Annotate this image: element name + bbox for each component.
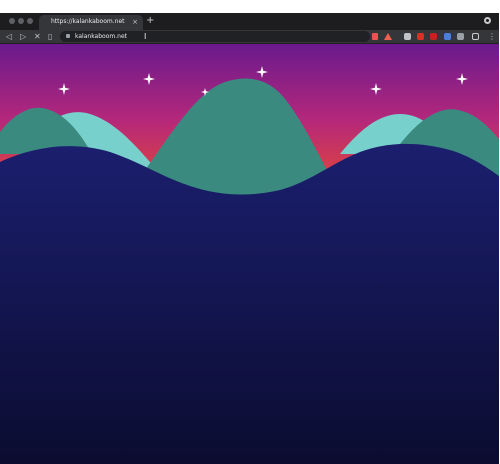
browser-window: https://kalankaboom.net × + ◁ ▷ ✕ ▯ kala… — [0, 13, 499, 464]
tab-title: https://kalankaboom.net — [51, 18, 125, 25]
address-bar-url[interactable]: kalankaboom.net — [75, 31, 127, 42]
minimize-window-icon[interactable] — [18, 18, 24, 24]
address-bar[interactable]: kalankaboom.net I — [60, 31, 370, 42]
tab-search-icon[interactable] — [484, 17, 491, 24]
extension-icon[interactable] — [404, 33, 411, 40]
browser-toolbar: ◁ ▷ ✕ ▯ kalankaboom.net I ⋮ — [0, 30, 499, 44]
back-icon[interactable]: ◁ — [6, 30, 12, 43]
close-tab-icon[interactable]: × — [132, 17, 138, 27]
extension-icon[interactable] — [430, 33, 437, 40]
new-tab-icon[interactable]: + — [146, 15, 154, 27]
forward-icon[interactable]: ▷ — [20, 30, 26, 43]
page-viewport — [0, 44, 499, 464]
menu-icon[interactable]: ⋮ — [488, 30, 496, 43]
landscape-illustration — [0, 44, 499, 464]
close-window-icon[interactable] — [9, 18, 15, 24]
tab-strip: https://kalankaboom.net × + — [0, 13, 499, 30]
zoom-window-icon[interactable] — [27, 18, 33, 24]
bookmark-icon[interactable]: ▯ — [48, 30, 52, 43]
stop-loading-icon[interactable]: ✕ — [34, 30, 41, 43]
extension-icon[interactable] — [444, 33, 451, 40]
puzzle-icon[interactable] — [457, 33, 464, 40]
sidebar-icon[interactable] — [472, 33, 479, 40]
rewards-icon[interactable] — [384, 33, 392, 40]
extension-icon[interactable] — [417, 33, 424, 40]
lock-icon[interactable] — [66, 34, 70, 38]
text-cursor-icon: I — [144, 32, 147, 41]
brave-shield-icon[interactable] — [372, 33, 378, 40]
tab-active[interactable]: https://kalankaboom.net × — [39, 15, 143, 30]
